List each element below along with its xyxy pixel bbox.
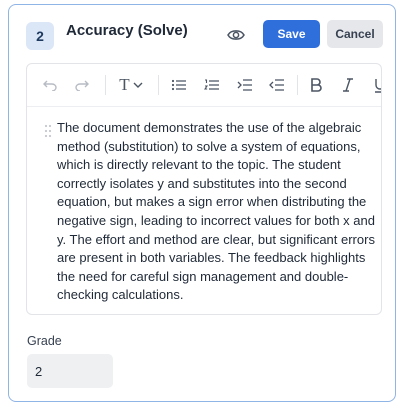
redo-icon[interactable] bbox=[73, 76, 91, 94]
rich-text-editor[interactable]: T The document demonstrates the use of t… bbox=[26, 63, 382, 315]
italic-icon[interactable] bbox=[339, 76, 357, 94]
indent-icon[interactable] bbox=[236, 76, 254, 94]
criterion-card: 2 Accuracy (Solve) Save Cancel T The doc… bbox=[8, 4, 396, 402]
toolbar-divider bbox=[105, 75, 106, 95]
step-number-badge: 2 bbox=[26, 22, 54, 50]
save-button[interactable]: Save bbox=[263, 20, 320, 48]
toolbar-divider bbox=[158, 75, 159, 95]
toolbar-divider bbox=[297, 75, 298, 95]
editor-content[interactable]: The document demonstrates the use of the… bbox=[57, 119, 377, 305]
eye-icon[interactable] bbox=[225, 26, 247, 44]
text-style-icon: T bbox=[119, 75, 130, 94]
grade-label: Grade bbox=[27, 334, 62, 348]
bold-icon[interactable] bbox=[307, 76, 325, 94]
text-style-dropdown[interactable]: T bbox=[115, 75, 147, 94]
outdent-icon[interactable] bbox=[268, 76, 286, 94]
bullet-list-icon[interactable] bbox=[170, 76, 188, 94]
underline-icon[interactable] bbox=[371, 76, 381, 94]
editor-toolbar: T bbox=[27, 64, 381, 107]
criterion-title: Accuracy (Solve) bbox=[66, 22, 188, 39]
chevron-down-icon bbox=[133, 82, 143, 88]
grade-input[interactable] bbox=[27, 354, 113, 388]
numbered-list-icon[interactable] bbox=[203, 76, 221, 94]
cancel-button[interactable]: Cancel bbox=[327, 20, 383, 48]
drag-handle-icon[interactable] bbox=[44, 124, 52, 138]
undo-icon[interactable] bbox=[41, 76, 59, 94]
